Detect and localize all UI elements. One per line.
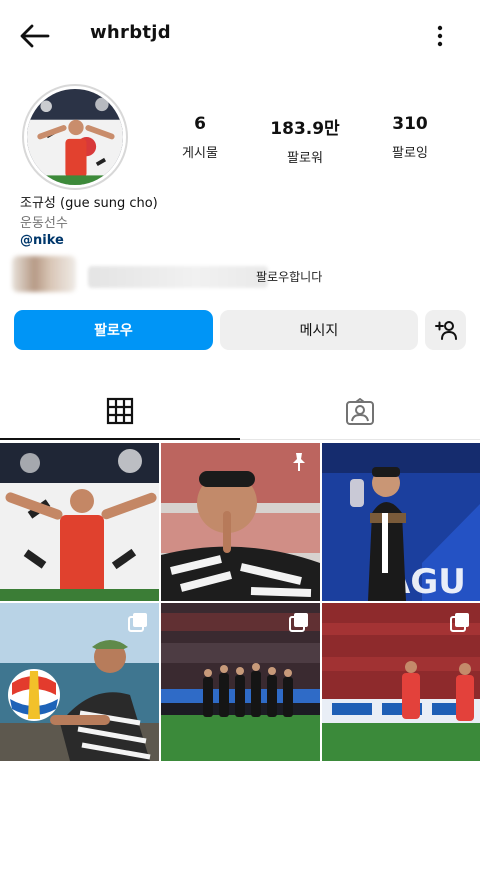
stat-following-label: 팔로잉 xyxy=(392,146,428,161)
multiple-posts-icon xyxy=(449,611,471,633)
stat-following-value: 310 xyxy=(392,114,428,134)
stat-following[interactable]: 310 팔로잉 xyxy=(365,114,455,161)
add-person-icon xyxy=(434,321,457,340)
stat-followers[interactable]: 183.9만 팔로워 xyxy=(260,114,350,166)
post-thumbnail[interactable] xyxy=(322,603,480,761)
followed-by-row[interactable]: 팔로우합니다 xyxy=(12,254,472,294)
stat-posts-value: 6 xyxy=(194,114,206,134)
multiple-posts-icon xyxy=(127,611,149,633)
post-image: AGU xyxy=(322,443,480,601)
pin-icon xyxy=(288,451,310,473)
post-image xyxy=(0,443,159,601)
post-thumbnail[interactable] xyxy=(161,603,320,761)
follow-button[interactable]: 팔로우 xyxy=(14,310,213,350)
avatar-image xyxy=(27,89,123,185)
post-thumbnail[interactable] xyxy=(0,443,159,601)
profile-avatar[interactable] xyxy=(22,84,128,190)
bio-mention-link[interactable]: @nike xyxy=(20,233,64,248)
profile-tabs xyxy=(0,384,480,440)
post-thumbnail[interactable] xyxy=(161,443,320,601)
multiple-posts-icon xyxy=(288,611,310,633)
followed-by-text: 팔로우합니다 xyxy=(256,270,323,284)
stat-posts-label: 게시물 xyxy=(182,146,218,161)
back-arrow-icon[interactable] xyxy=(18,20,52,52)
post-thumbnail[interactable]: AGU xyxy=(322,443,480,601)
tab-posts-grid[interactable] xyxy=(0,384,240,440)
tagged-icon xyxy=(346,397,374,425)
tab-tagged[interactable] xyxy=(240,384,480,440)
bio-full-name: 조규성 (gue sung cho) xyxy=(20,196,158,211)
followed-by-names-blurred xyxy=(88,266,268,288)
suggested-users-button[interactable] xyxy=(425,310,466,350)
stat-posts[interactable]: 6 게시물 xyxy=(155,114,245,161)
bio-category: 운동선수 xyxy=(20,216,68,231)
more-options-icon[interactable] xyxy=(426,22,454,50)
grid-icon xyxy=(106,397,134,425)
stat-followers-label: 팔로워 xyxy=(287,151,323,166)
followed-by-avatars xyxy=(12,256,76,292)
message-button[interactable]: 메시지 xyxy=(220,310,418,350)
profile-username: whrbtjd xyxy=(90,22,171,43)
top-bar: whrbtjd xyxy=(0,0,480,72)
post-thumbnail[interactable] xyxy=(0,603,159,761)
stat-followers-value: 183.9만 xyxy=(270,119,340,139)
